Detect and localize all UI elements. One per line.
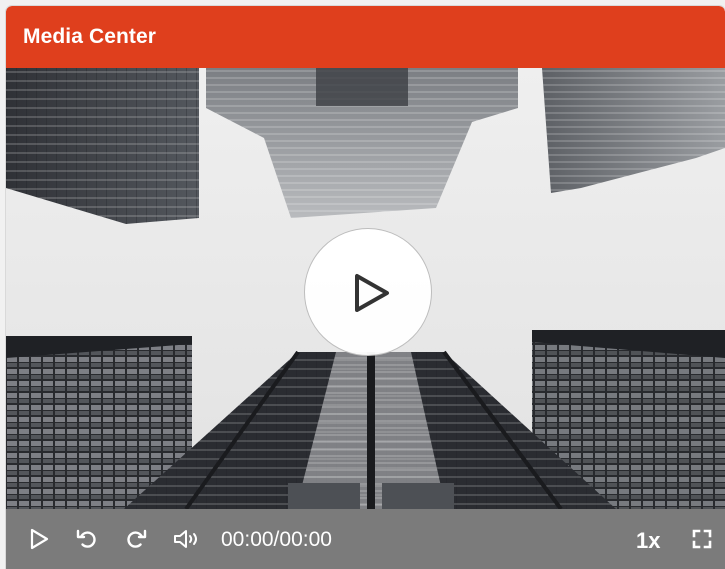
rewind-icon bbox=[76, 529, 96, 548]
fullscreen-icon bbox=[692, 529, 712, 549]
page-title: Media Center bbox=[23, 25, 157, 48]
speed-button[interactable]: 1x bbox=[636, 528, 660, 554]
time-display: 00:00/00:00 bbox=[221, 528, 332, 551]
forward-button[interactable] bbox=[119, 509, 153, 569]
fullscreen-button[interactable] bbox=[686, 509, 718, 569]
video-area[interactable] bbox=[6, 68, 725, 509]
volume-icon bbox=[174, 530, 197, 548]
volume-button[interactable] bbox=[168, 509, 206, 569]
play-button[interactable] bbox=[22, 509, 56, 569]
media-center-card: Media Center 00:00/00:00 1x bbox=[6, 6, 725, 569]
play-icon bbox=[355, 274, 389, 312]
rewind-button[interactable] bbox=[70, 509, 104, 569]
big-play-button[interactable] bbox=[304, 228, 432, 356]
control-bar: 00:00/00:00 1x bbox=[6, 509, 725, 569]
header-bar: Media Center bbox=[6, 6, 725, 68]
play-icon bbox=[30, 528, 49, 550]
forward-icon bbox=[127, 529, 147, 548]
